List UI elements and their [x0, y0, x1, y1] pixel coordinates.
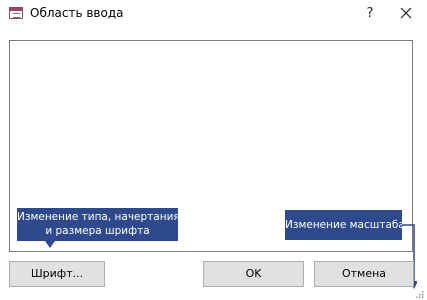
form-window-icon	[9, 7, 23, 19]
close-button[interactable]	[394, 4, 418, 24]
font-callout-line2: и размера шрифта	[45, 225, 150, 237]
cancel-button[interactable]: Отмена	[314, 261, 414, 287]
font-callout-pointer	[45, 241, 55, 248]
close-icon	[400, 7, 412, 19]
window-title: Область ввода	[30, 6, 124, 20]
font-callout-line1: Изменение типа, начертания	[17, 211, 180, 223]
title-bar: Область ввода ?	[0, 0, 427, 30]
help-button[interactable]: ?	[360, 4, 380, 24]
ok-button[interactable]: OK	[203, 261, 304, 287]
resize-grip-icon[interactable]	[416, 291, 424, 298]
font-callout: Изменение типа, начертания и размера шри…	[17, 208, 180, 241]
zoom-dialog: Область ввода ? Изменение типа, начертан…	[0, 0, 427, 300]
font-button[interactable]: Шрифт...	[9, 261, 105, 287]
zoom-callout: Изменение масштаба	[285, 210, 405, 240]
